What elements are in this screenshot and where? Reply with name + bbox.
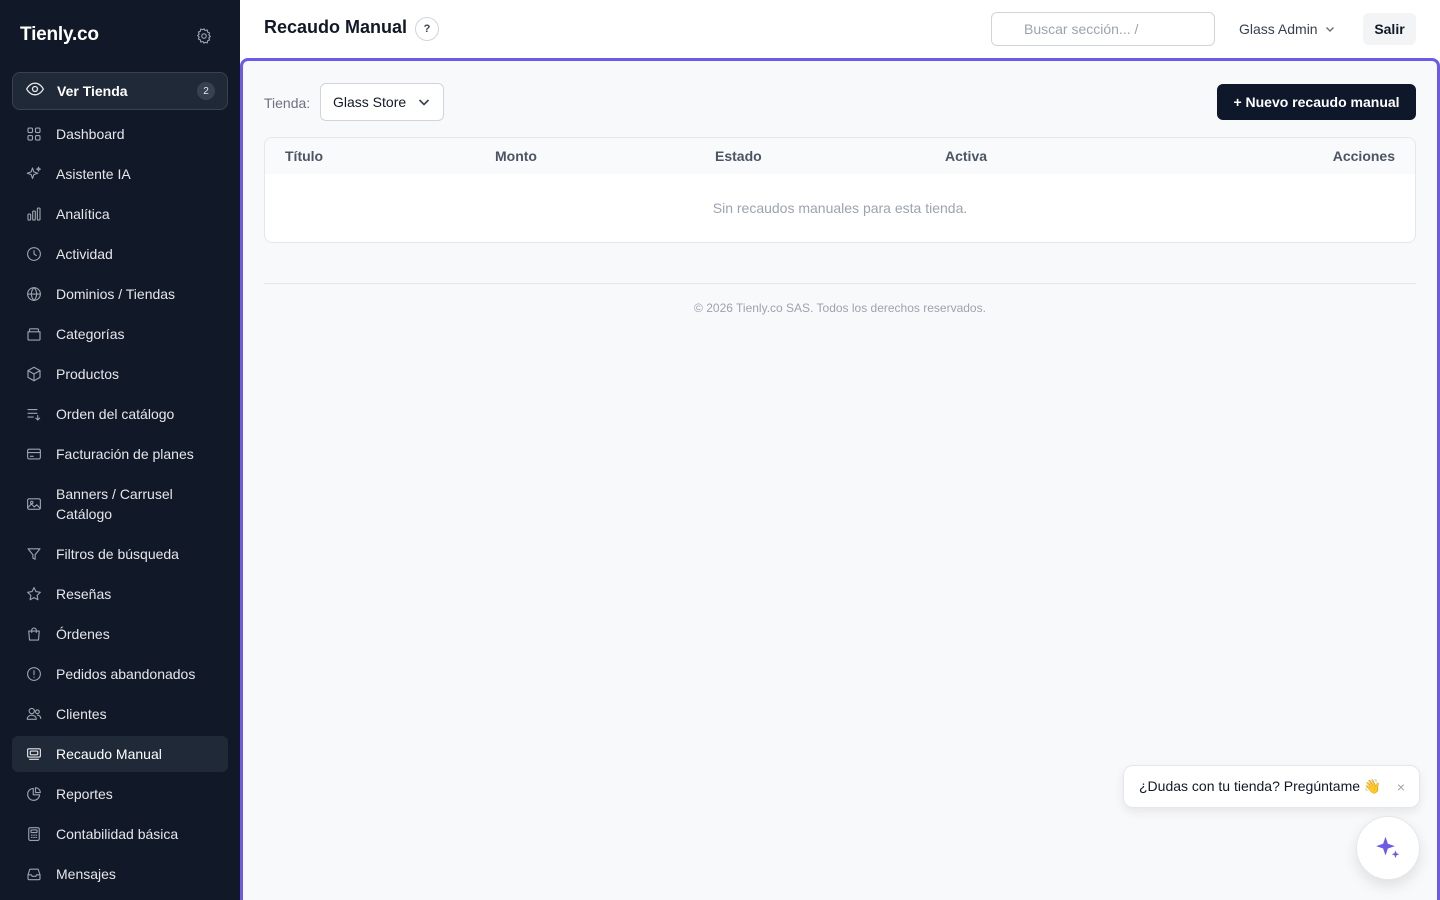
clock-icon [24,244,44,264]
sparkles-icon [1376,836,1400,858]
sidebar-item-label: Dominios / Tiendas [56,286,176,302]
users-icon [24,704,44,724]
sidebar-item-mensajes[interactable]: Mensajes [12,856,228,892]
sidebar-item-contabilidad[interactable]: Contabilidad básica [12,816,228,852]
help-button[interactable]: ? [415,17,439,41]
cash-register-icon [24,744,44,764]
sidebar-item-reportes[interactable]: Reportes [12,776,228,812]
grid-icon [24,124,44,144]
user-menu-dropdown[interactable]: Glass Admin [1239,12,1336,46]
sidebar-item-productos[interactable]: Productos [12,356,228,392]
sidebar-item-label: Facturación de planes [56,446,194,462]
sidebar-item-label: Analítica [56,206,110,222]
sidebar-item-orden-catalogo[interactable]: Orden del catálogo [12,396,228,432]
view-store-label: Ver Tienda [57,83,128,99]
new-manual-collection-button[interactable]: + Nuevo recaudo manual [1217,84,1416,120]
sidebar-item-categorias[interactable]: Categorías [12,316,228,352]
table-header: Título Monto Estado Activa Acciones [265,138,1415,174]
page-title: Recaudo Manual [264,17,408,37]
sidebar-item-ordenes[interactable]: Órdenes [12,616,228,652]
sidebar-item-dominios[interactable]: Dominios / Tiendas [12,276,228,312]
eye-icon [25,79,45,104]
sidebar-item-filtros[interactable]: Filtros de búsqueda [12,536,228,572]
sort-list-icon [24,404,44,424]
sidebar-item-asistente-ia[interactable]: Asistente IA [12,156,228,192]
store-select-value: Glass Store [333,94,407,110]
footer-copyright: © 2026 Tienly.co SAS. Todos los derechos… [694,301,986,315]
logout-button[interactable]: Salir [1363,13,1416,45]
alert-circle-icon [24,664,44,684]
sidebar-nav: Dashboard Asistente IA Analítica Activid… [12,116,228,896]
section-search-input[interactable]: Buscar sección... / [991,12,1215,46]
sidebar-item-label: Reseñas [56,586,112,602]
chevron-down-icon [418,99,430,106]
column-header-acciones: Acciones [1332,148,1395,164]
sidebar-item-label: Pedidos abandonados [56,666,196,682]
top-header: Recaudo Manual ? Buscar sección... / Gla… [240,0,1440,58]
view-store-button[interactable]: Ver Tienda 2 [12,72,228,110]
footer-divider [264,283,1416,284]
sidebar-item-analitica[interactable]: Analítica [12,196,228,232]
sidebar-item-label: Dashboard [56,126,125,142]
sidebar-item-label: Órdenes [56,626,110,642]
box-icon [24,364,44,384]
shopping-bag-icon [24,624,44,644]
sidebar-item-label: Contabilidad básica [56,826,179,842]
settings-gear-icon[interactable] [192,24,216,48]
bar-chart-icon [24,204,44,224]
column-header-activa[interactable]: Activa [945,148,987,164]
column-header-estado[interactable]: Estado [715,148,762,164]
column-header-monto[interactable]: Monto [495,148,537,164]
chevron-down-icon [1325,26,1334,33]
globe-icon [24,284,44,304]
sidebar-item-label: Filtros de búsqueda [56,546,179,562]
sidebar-item-clientes[interactable]: Clientes [12,696,228,732]
brand-logo[interactable]: Tienly.co [20,24,99,46]
sidebar-item-label: Actividad [56,246,113,262]
sidebar: Tienly.co Ver Tienda 2 Dashboard Asisten… [0,0,240,900]
store-filter-label: Tienda: [264,95,311,111]
user-name: Glass Admin [1239,21,1318,37]
sparkles-icon [24,164,44,184]
table-empty-message: Sin recaudos manuales para esta tienda. [712,200,968,216]
sidebar-item-label: Asistente IA [56,166,131,182]
sidebar-item-label: Mensajes [56,866,116,882]
sidebar-item-pedidos-abandonados[interactable]: Pedidos abandonados [12,656,228,692]
sidebar-item-label: Categorías [56,326,125,342]
sidebar-item-label: Banners / Carrusel Catálogo [56,486,173,522]
sidebar-item-banners[interactable]: Banners / Carrusel Catálogo [12,476,228,532]
sidebar-item-label: Productos [56,366,120,382]
column-header-titulo[interactable]: Título [285,148,323,164]
credit-card-icon [24,444,44,464]
inbox-icon [24,864,44,884]
close-icon[interactable]: × [1397,779,1405,795]
calculator-icon [24,824,44,844]
sidebar-item-label: Clientes [56,706,107,722]
folder-icon [24,324,44,344]
collections-table: Título Monto Estado Activa Acciones Sin … [264,137,1416,243]
sidebar-item-label: Recaudo Manual [56,746,162,762]
pie-chart-icon [24,784,44,804]
sidebar-item-label: Orden del catálogo [56,406,175,422]
store-select[interactable]: Glass Store [320,83,444,121]
sidebar-item-label: Reportes [56,786,113,802]
star-icon [24,584,44,604]
image-icon [24,494,44,514]
chat-tooltip[interactable]: ¿Dudas con tu tienda? Pregúntame 👋 × [1123,765,1420,808]
view-store-badge: 2 [197,82,215,100]
sidebar-item-dashboard[interactable]: Dashboard [12,116,228,152]
filter-icon [24,544,44,564]
sidebar-item-resenas[interactable]: Reseñas [12,576,228,612]
ai-assistant-button[interactable] [1356,816,1420,880]
sidebar-item-facturacion[interactable]: Facturación de planes [12,436,228,472]
sidebar-item-actividad[interactable]: Actividad [12,236,228,272]
chat-tooltip-text: ¿Dudas con tu tienda? Pregúntame 👋 [1139,778,1382,794]
sidebar-item-recaudo-manual[interactable]: Recaudo Manual [12,736,228,772]
